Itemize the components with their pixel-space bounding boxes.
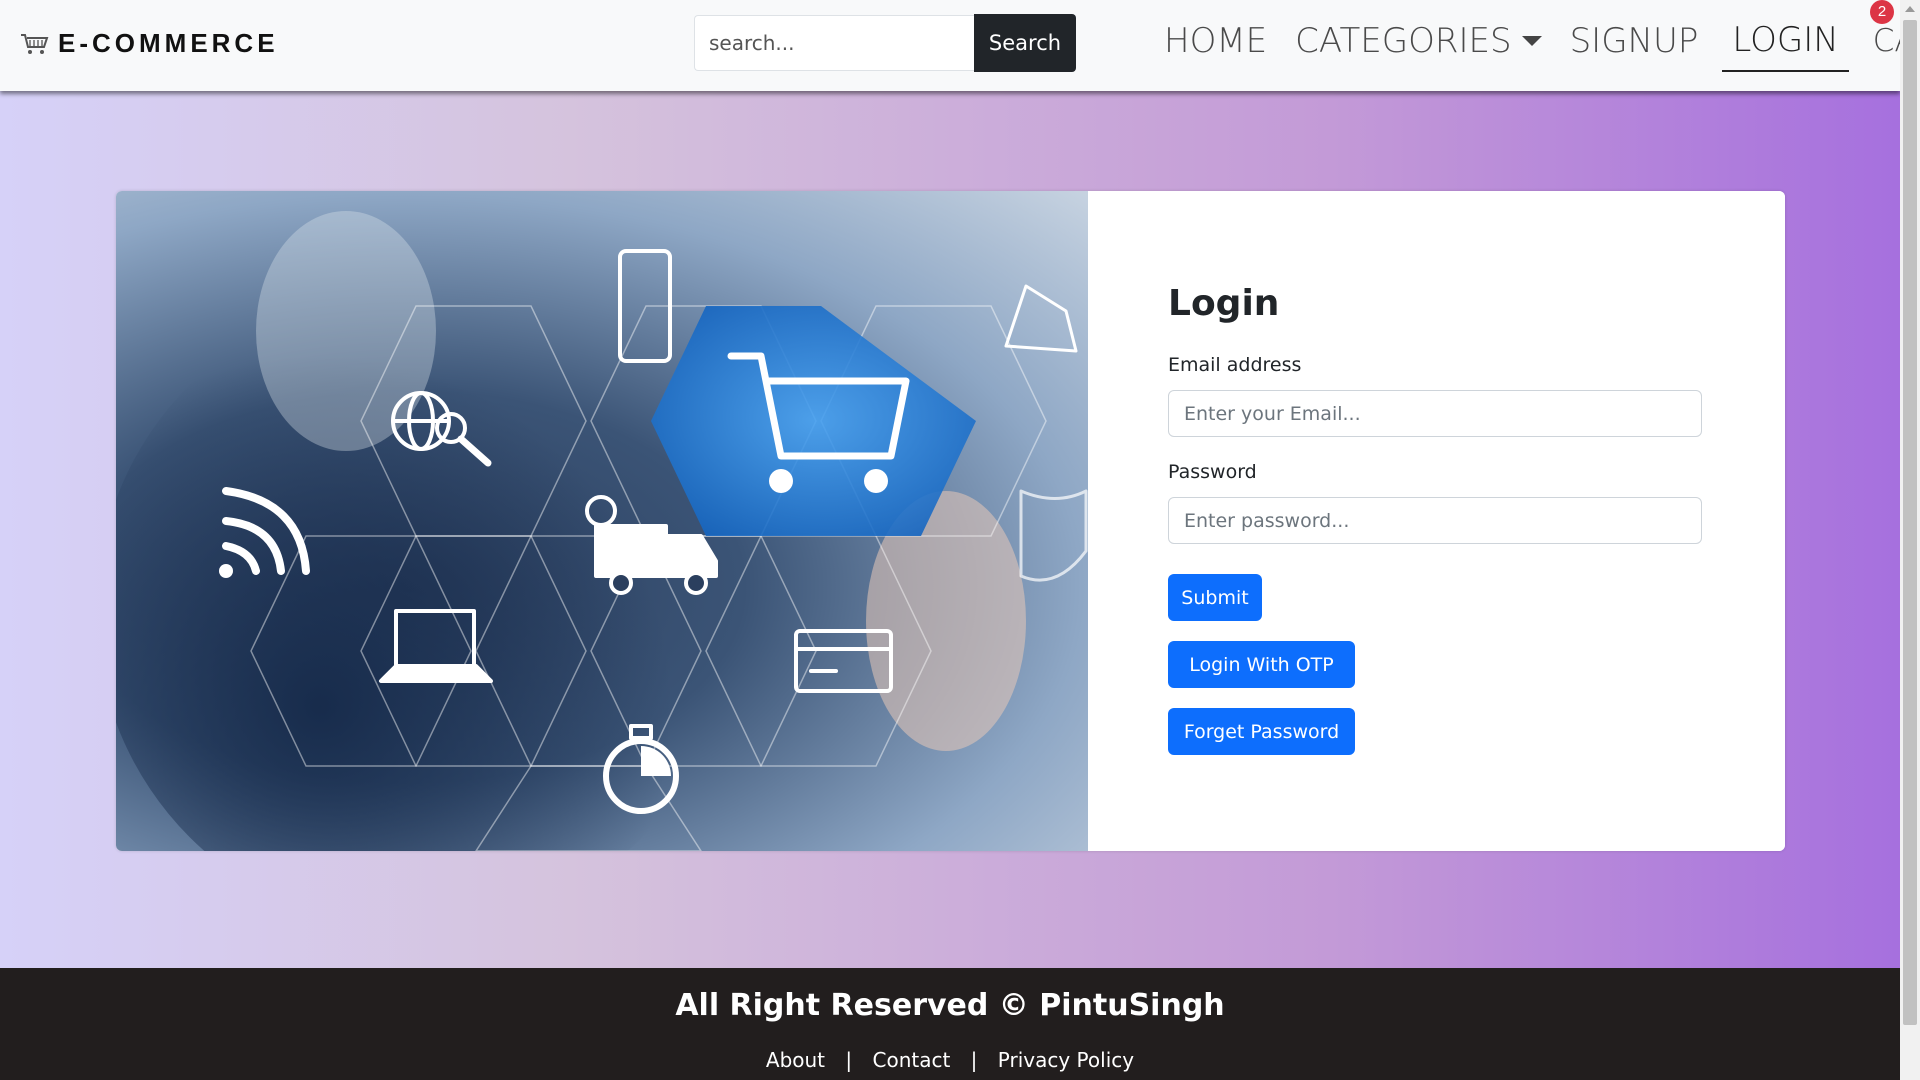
brand-name: E-COMMERCE [58, 28, 279, 58]
nav-login[interactable]: LOGIN [1722, 14, 1849, 72]
email-label: Email address [1168, 354, 1302, 376]
brand-link[interactable]: E-COMMERCE [20, 28, 279, 59]
nav-categories-dropdown[interactable]: CATEGORIES [1291, 15, 1545, 71]
footer-separator: | [970, 1048, 978, 1072]
footer-link-privacy[interactable]: Privacy Policy [998, 1048, 1134, 1072]
search-form: Search [694, 14, 1076, 72]
search-input[interactable] [694, 15, 974, 71]
page-scrollbar[interactable] [1900, 0, 1920, 1080]
footer-copyright: All Right Reserved © PintuSingh [675, 988, 1225, 1023]
scroll-thumb[interactable] [1903, 20, 1917, 1025]
footer-separator: | [845, 1048, 853, 1072]
nav-signup[interactable]: SIGNUP [1566, 15, 1703, 71]
caret-down-icon [1521, 36, 1542, 46]
nav-login-label: LOGIN [1732, 20, 1839, 60]
map-pin-icon [1004, 284, 1078, 353]
shopping-cart-icon [21, 33, 49, 54]
submit-button[interactable]: Submit [1168, 574, 1262, 621]
nav-categories-label: CATEGORIES [1295, 21, 1512, 61]
navbar: E-COMMERCE Search HOME CATEGORIES SIGNUP… [0, 0, 1920, 91]
password-input[interactable] [1168, 497, 1702, 544]
nav-home[interactable]: HOME [1160, 15, 1271, 71]
forget-password-button[interactable]: Forget Password [1168, 708, 1355, 755]
password-label: Password [1168, 461, 1257, 483]
footer-links: About | Contact | Privacy Policy [0, 1048, 1900, 1072]
cart-count-badge: 2 [1870, 0, 1894, 24]
nav-links: HOME CATEGORIES SIGNUP LOGIN CART [1160, 14, 1920, 72]
email-input[interactable] [1168, 390, 1702, 437]
login-card: Login Email address Password Submit Logi… [116, 191, 1785, 851]
login-form: Login Email address Password Submit Logi… [1088, 191, 1785, 851]
main-content: Login Email address Password Submit Logi… [0, 91, 1900, 968]
hero-image [116, 191, 1088, 851]
footer: All Right Reserved © PintuSingh About | … [0, 968, 1900, 1080]
shield-check-icon [1019, 489, 1088, 582]
footer-link-contact[interactable]: Contact [873, 1048, 951, 1072]
scroll-up-arrow-icon[interactable] [1905, 6, 1915, 12]
form-title: Login [1168, 283, 1280, 324]
footer-link-about[interactable]: About [766, 1048, 825, 1072]
search-button[interactable]: Search [974, 14, 1076, 72]
hero-illustration [116, 211, 1088, 851]
login-otp-button[interactable]: Login With OTP [1168, 641, 1355, 688]
nav-home-label: HOME [1164, 21, 1268, 61]
nav-signup-label: SIGNUP [1569, 21, 1699, 61]
